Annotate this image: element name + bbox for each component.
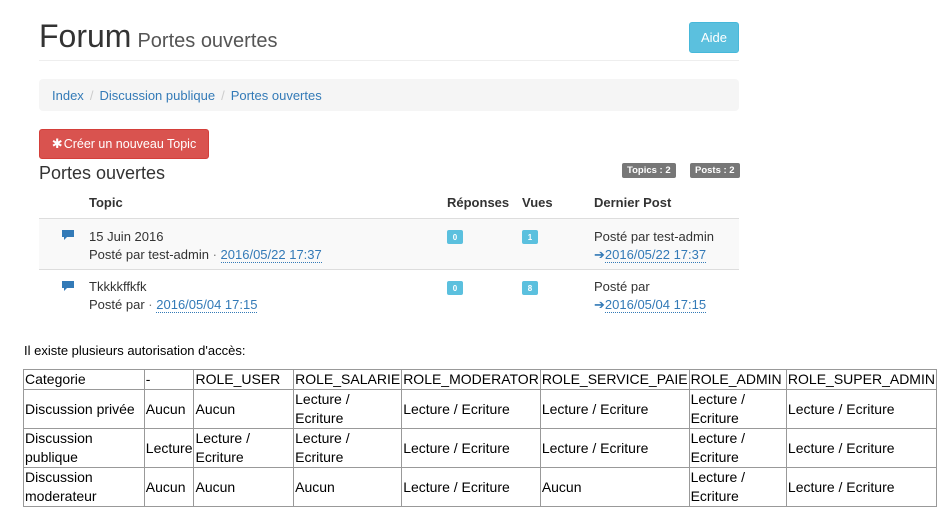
table-row: Discussion moderateur Aucun Aucun Aucun … <box>23 467 937 507</box>
meta-separator: · <box>148 297 153 312</box>
permissions-cell: Lecture / Ecriture <box>539 428 690 468</box>
table-row: Categorie - ROLE_USER ROLE_SALARIE ROLE_… <box>23 369 937 390</box>
column-header-views: Vues <box>522 195 553 210</box>
permissions-cell: Lecture <box>143 428 195 468</box>
section-title: Portes ouvertes <box>39 163 166 183</box>
comment-icon <box>62 230 74 240</box>
breadcrumb: Index / Discussion publique / Portes ouv… <box>39 79 739 111</box>
permissions-cell: Lecture / Ecriture <box>401 428 541 468</box>
permissions-table: Categorie - ROLE_USER ROLE_SALARIE ROLE_… <box>23 369 937 507</box>
permissions-cell: Aucun <box>193 389 295 429</box>
table-row: Discussion privée Aucun Aucun Lecture / … <box>23 389 937 429</box>
views-badge: 1 <box>522 230 538 244</box>
comment-icon <box>62 281 74 291</box>
permissions-cell: Lecture / Ecriture <box>293 428 403 468</box>
permissions-cell: Lecture / Ecriture <box>688 389 787 429</box>
topic-date[interactable]: 2016/05/04 17:15 <box>156 297 258 313</box>
topics-count-badge: Topics : 2 <box>622 163 676 178</box>
topic-meta: Posté par · 2016/05/04 17:15 <box>89 297 258 313</box>
last-post-date: ➔2016/05/04 17:15 <box>594 297 707 313</box>
last-post-author: Posté par <box>594 279 650 294</box>
permissions-cell: Lecture / Ecriture <box>688 428 787 468</box>
permissions-header-cell: ROLE_SUPER_ADMIN <box>785 369 937 390</box>
permissions-cell: Lecture / Ecriture <box>193 428 295 468</box>
permissions-header-cell: ROLE_USER <box>193 369 295 390</box>
topic-title-link[interactable]: Tkkkkffkfk <box>89 279 147 294</box>
arrow-right-icon: ➔ <box>594 247 605 262</box>
permissions-cell: Lecture / Ecriture <box>785 467 937 507</box>
permissions-header-cell: ROLE_SERVICE_PAIE <box>539 369 690 390</box>
permissions-header-cell: ROLE_SALARIE <box>293 369 403 390</box>
topic-date[interactable]: 2016/05/22 17:37 <box>220 247 322 263</box>
last-post-author: Posté par test-admin <box>594 229 714 244</box>
breadcrumb-portes-ouvertes[interactable]: Portes ouvertes <box>231 88 322 103</box>
breadcrumb-separator: / <box>89 87 94 103</box>
permissions-cell: Aucun <box>143 467 195 507</box>
asterisk-icon: ✱ <box>51 136 63 151</box>
column-header-responses: Réponses <box>447 195 510 210</box>
permissions-cell: Aucun <box>539 467 690 507</box>
permissions-header-cell: Categorie <box>23 369 145 390</box>
breadcrumb-discussion-publique[interactable]: Discussion publique <box>99 88 215 103</box>
permissions-cell: Discussion publique <box>23 428 145 468</box>
permissions-cell: Aucun <box>193 467 295 507</box>
last-post-date-link[interactable]: 2016/05/04 17:15 <box>604 297 707 313</box>
permissions-header-cell: - <box>143 369 195 390</box>
new-topic-button[interactable]: ✱ Créer un nouveau Topic <box>39 129 209 159</box>
permissions-header-cell: ROLE_ADMIN <box>688 369 787 390</box>
help-button[interactable]: Aide <box>689 22 739 53</box>
column-header-topic: Topic <box>89 195 123 210</box>
topic-meta: Posté par test-admin · 2016/05/22 17:37 <box>89 247 322 263</box>
row-divider <box>39 269 739 270</box>
header-divider <box>39 60 739 61</box>
permissions-intro: Il existe plusieurs autorisation d'accès… <box>24 343 246 358</box>
permissions-cell: Lecture / Ecriture <box>401 389 541 429</box>
page-title: Forum Portes ouvertes <box>39 18 278 59</box>
permissions-cell: Discussion moderateur <box>23 467 145 507</box>
column-header-last-post: Dernier Post <box>594 195 672 210</box>
last-post-date: ➔2016/05/22 17:37 <box>594 247 707 263</box>
permissions-cell: Aucun <box>143 389 195 429</box>
permissions-header-cell: ROLE_MODERATOR <box>401 369 541 390</box>
responses-badge: 0 <box>447 281 463 295</box>
topic-author: Posté par test-admin <box>89 247 209 262</box>
page-title-text: Forum <box>39 18 132 54</box>
last-post-date-link[interactable]: 2016/05/22 17:37 <box>604 247 707 263</box>
topic-title-link[interactable]: 15 Juin 2016 <box>89 229 163 244</box>
topic-author: Posté par <box>89 297 145 312</box>
permissions-cell: Lecture / Ecriture <box>293 389 403 429</box>
permissions-cell: Lecture / Ecriture <box>688 467 787 507</box>
meta-separator: · <box>212 247 217 262</box>
breadcrumb-index[interactable]: Index <box>52 88 84 103</box>
views-badge: 8 <box>522 281 538 295</box>
arrow-right-icon: ➔ <box>594 297 605 312</box>
table-row: Discussion publique Lecture Lecture / Ec… <box>23 428 937 468</box>
new-topic-label: Créer un nouveau Topic <box>63 137 197 151</box>
permissions-cell: Lecture / Ecriture <box>401 467 541 507</box>
permissions-cell: Discussion privée <box>23 389 145 429</box>
permissions-cell: Lecture / Ecriture <box>785 428 937 468</box>
permissions-cell: Aucun <box>293 467 403 507</box>
permissions-cell: Lecture / Ecriture <box>539 389 690 429</box>
permissions-cell: Lecture / Ecriture <box>785 389 937 429</box>
page-subtitle: Portes ouvertes <box>137 30 278 52</box>
breadcrumb-separator: / <box>221 87 225 103</box>
responses-badge: 0 <box>447 230 463 244</box>
posts-count-badge: Posts : 2 <box>690 163 740 178</box>
